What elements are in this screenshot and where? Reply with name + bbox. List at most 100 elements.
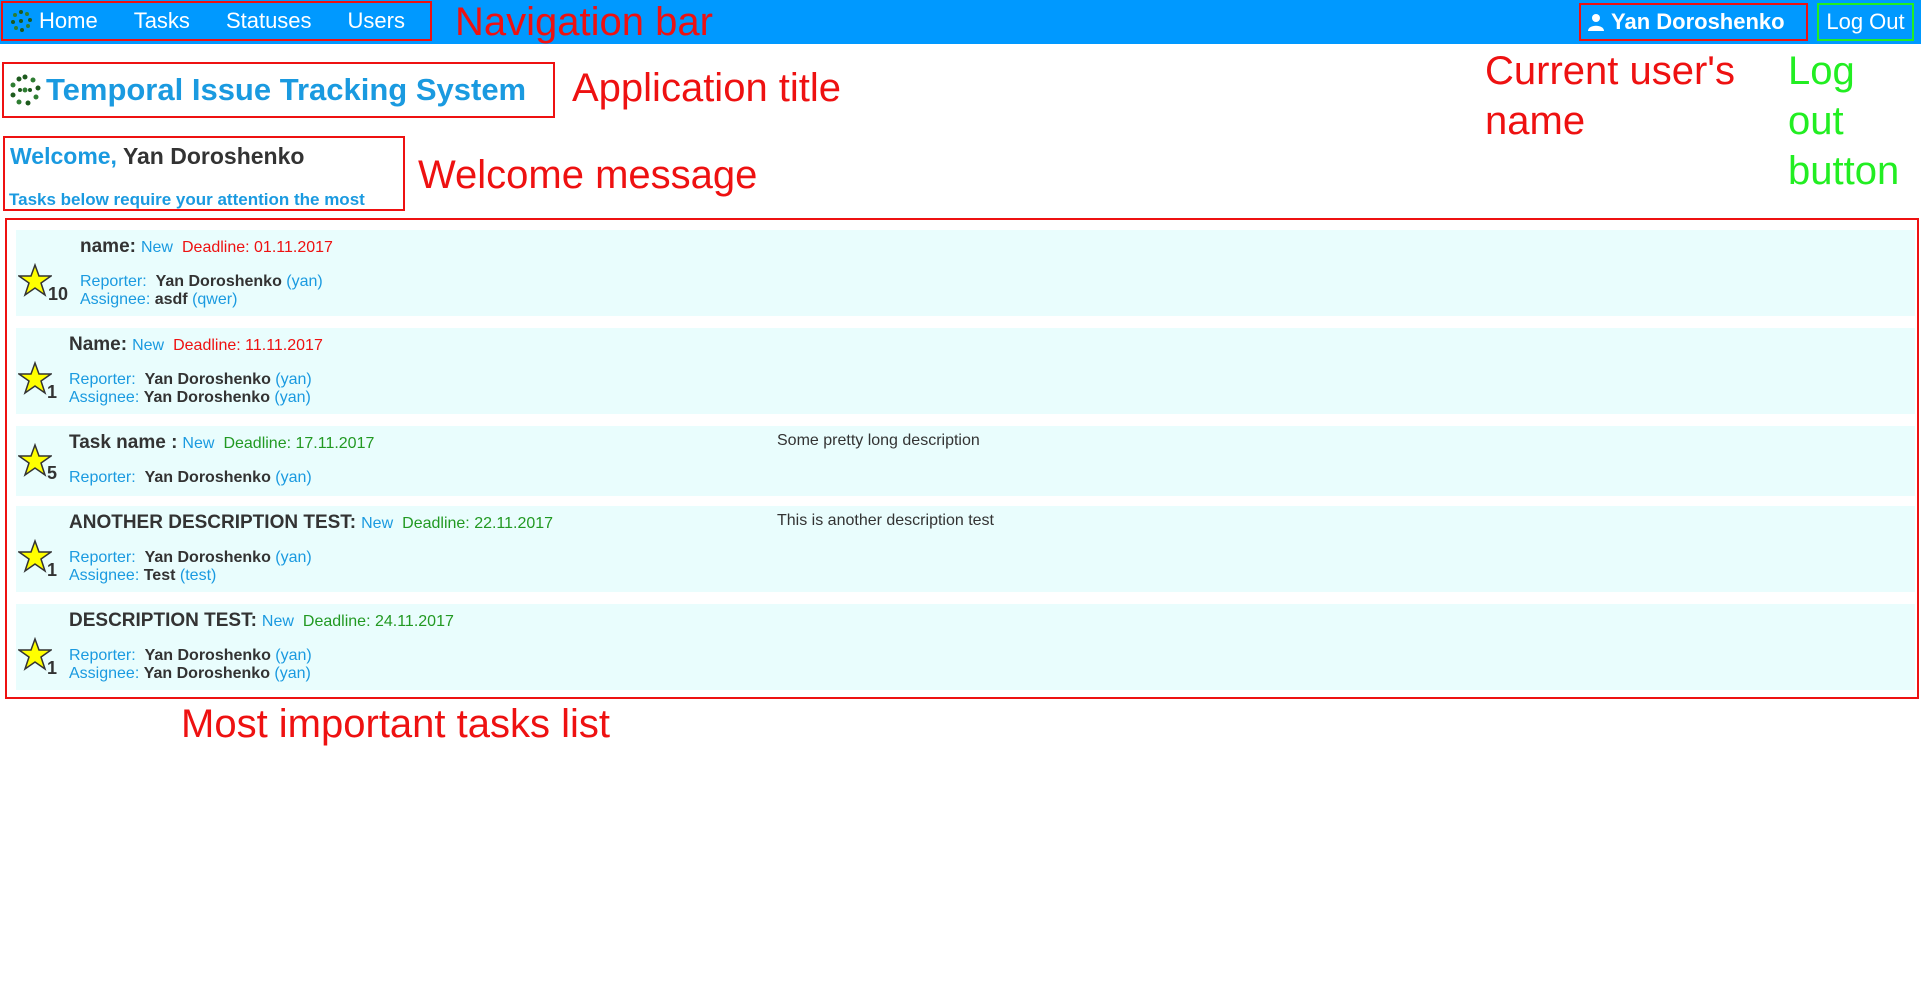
logout-button[interactable]: Log Out (1817, 3, 1914, 41)
assignee-label: Assignee: (80, 291, 151, 308)
annotation-tasks-list: Most important tasks list (181, 702, 611, 746)
assignee-name[interactable]: asdf (155, 291, 188, 308)
welcome-greeting: Welcome, (10, 143, 117, 169)
task-priority: 5 (47, 463, 58, 483)
annotation-application-title: Application title (572, 66, 842, 110)
user-icon (1588, 14, 1604, 31)
task-item[interactable]: 10 name: New Deadline: 01.11.2017 Report… (16, 230, 1915, 316)
task-status[interactable]: New (262, 613, 294, 631)
task-name[interactable]: DESCRIPTION TEST: (69, 610, 257, 632)
nav-menu: Home Tasks Statuses Users (1, 1, 432, 41)
nav-statuses[interactable]: Statuses (226, 8, 312, 34)
nav-tasks[interactable]: Tasks (134, 8, 190, 34)
task-reporter: Reporter: Yan Doroshenko (yan) (69, 647, 312, 665)
annotation-logout-button: Log out button (1788, 49, 1900, 193)
app-logo-icon[interactable] (9, 9, 33, 33)
task-reporter: Reporter: Yan Doroshenko (yan) (80, 273, 323, 291)
assignee-name[interactable]: Yan Doroshenko (144, 389, 270, 406)
nav-users[interactable]: Users (348, 8, 405, 34)
reporter-name[interactable]: Yan Doroshenko (145, 549, 271, 566)
navigation-bar: Home Tasks Statuses Users Yan Doroshenko… (0, 0, 1921, 44)
task-deadline: Deadline: 01.11.2017 (181, 239, 333, 256)
task-item[interactable]: 1 Name: New Deadline: 11.11.2017 Reporte… (16, 328, 1915, 414)
task-item[interactable]: 1 ANOTHER DESCRIPTION TEST: New Deadline… (16, 506, 1915, 592)
star-icon (18, 263, 52, 297)
reporter-login: (yan) (275, 549, 312, 566)
welcome-user-name: Yan Doroshenko (122, 143, 305, 169)
task-name[interactable]: Name: (69, 334, 127, 356)
task-priority: 1 (47, 658, 58, 678)
assignee-label: Assignee: (69, 567, 140, 584)
reporter-login: (yan) (286, 273, 323, 290)
task-name[interactable]: name: (80, 236, 136, 258)
task-item[interactable]: 1 DESCRIPTION TEST: New Deadline: 24.11.… (16, 604, 1915, 690)
task-people: Reporter: Yan Doroshenko (yan) Assignee:… (69, 371, 312, 407)
reporter-login: (yan) (275, 469, 312, 486)
task-name[interactable]: ANOTHER DESCRIPTION TEST: (69, 512, 356, 534)
assignee-label: Assignee: (69, 389, 140, 406)
assignee-login: (qwer) (192, 291, 238, 308)
important-tasks-list: 10 name: New Deadline: 01.11.2017 Report… (5, 218, 1919, 699)
reporter-name[interactable]: Yan Doroshenko (145, 469, 271, 486)
task-people: Reporter: Yan Doroshenko (yan) Assignee:… (69, 647, 312, 683)
nav-home[interactable]: Home (39, 8, 98, 34)
task-status[interactable]: New (132, 337, 164, 355)
task-deadline: Deadline: 11.11.2017 (173, 337, 323, 354)
task-header: Name: New Deadline: 11.11.2017 (69, 334, 323, 356)
task-item[interactable]: 5 Task name : New Deadline: 17.11.2017 S… (16, 426, 1915, 496)
task-status[interactable]: New (141, 239, 173, 257)
reporter-label: Reporter: (69, 371, 136, 388)
task-people: Reporter: Yan Doroshenko (yan) Assignee:… (80, 273, 323, 309)
task-status[interactable]: New (182, 435, 214, 453)
app-title-section: Temporal Issue Tracking System (2, 62, 555, 118)
task-description: This is another description test (777, 512, 994, 529)
task-priority: 1 (47, 560, 58, 580)
task-name[interactable]: Task name : (69, 432, 177, 454)
app-title: Temporal Issue Tracking System (46, 72, 527, 107)
task-people: Reporter: Yan Doroshenko (yan) (69, 469, 312, 487)
task-reporter: Reporter: Yan Doroshenko (yan) (69, 469, 312, 487)
welcome-subtitle: Tasks below require your attention the m… (9, 190, 365, 209)
task-assignee: Assignee: Yan Doroshenko (yan) (69, 389, 312, 407)
assignee-name[interactable]: Test (144, 567, 176, 584)
reporter-login: (yan) (275, 647, 312, 664)
reporter-name[interactable]: Yan Doroshenko (156, 273, 282, 290)
task-reporter: Reporter: Yan Doroshenko (yan) (69, 371, 312, 389)
task-people: Reporter: Yan Doroshenko (yan) Assignee:… (69, 549, 312, 585)
reporter-name[interactable]: Yan Doroshenko (145, 647, 271, 664)
assignee-label: Assignee: (69, 665, 140, 682)
task-deadline: Deadline: 17.11.2017 (223, 435, 375, 452)
welcome-message: Welcome, Yan Doroshenko Tasks below requ… (3, 136, 405, 211)
reporter-label: Reporter: (80, 273, 147, 290)
reporter-label: Reporter: (69, 469, 136, 486)
welcome-line: Welcome, Yan Doroshenko (10, 143, 304, 170)
assignee-login: (test) (179, 567, 217, 584)
task-header: ANOTHER DESCRIPTION TEST: New Deadline: … (69, 512, 553, 534)
task-deadline: Deadline: 22.11.2017 (402, 515, 554, 532)
task-assignee: Assignee: Yan Doroshenko (yan) (69, 665, 312, 683)
task-header: Task name : New Deadline: 17.11.2017 (69, 432, 374, 454)
reporter-label: Reporter: (69, 647, 136, 664)
reporter-name[interactable]: Yan Doroshenko (145, 371, 271, 388)
annotation-welcome-message: Welcome message (418, 153, 758, 197)
task-priority: 1 (47, 382, 58, 402)
current-user-name: Yan Doroshenko (1611, 9, 1785, 34)
task-status[interactable]: New (361, 515, 393, 533)
annotation-current-user-name: Current user's name (1485, 49, 1735, 143)
task-deadline: Deadline: 24.11.2017 (302, 613, 454, 630)
reporter-label: Reporter: (69, 549, 136, 566)
task-priority: 10 (48, 284, 69, 304)
reporter-login: (yan) (275, 371, 312, 388)
task-header: DESCRIPTION TEST: New Deadline: 24.11.20… (69, 610, 454, 632)
task-reporter: Reporter: Yan Doroshenko (yan) (69, 549, 312, 567)
assignee-login: (yan) (274, 665, 311, 682)
app-logo-icon (10, 74, 41, 106)
task-description: Some pretty long description (777, 432, 980, 449)
task-assignee: Assignee: Test (test) (69, 567, 312, 585)
assignee-login: (yan) (274, 389, 311, 406)
task-assignee: Assignee: asdf (qwer) (80, 291, 323, 309)
task-header: name: New Deadline: 01.11.2017 (80, 236, 333, 258)
assignee-name[interactable]: Yan Doroshenko (144, 665, 270, 682)
annotation-navigation-bar: Navigation bar (455, 0, 713, 44)
current-user[interactable]: Yan Doroshenko (1579, 3, 1808, 41)
